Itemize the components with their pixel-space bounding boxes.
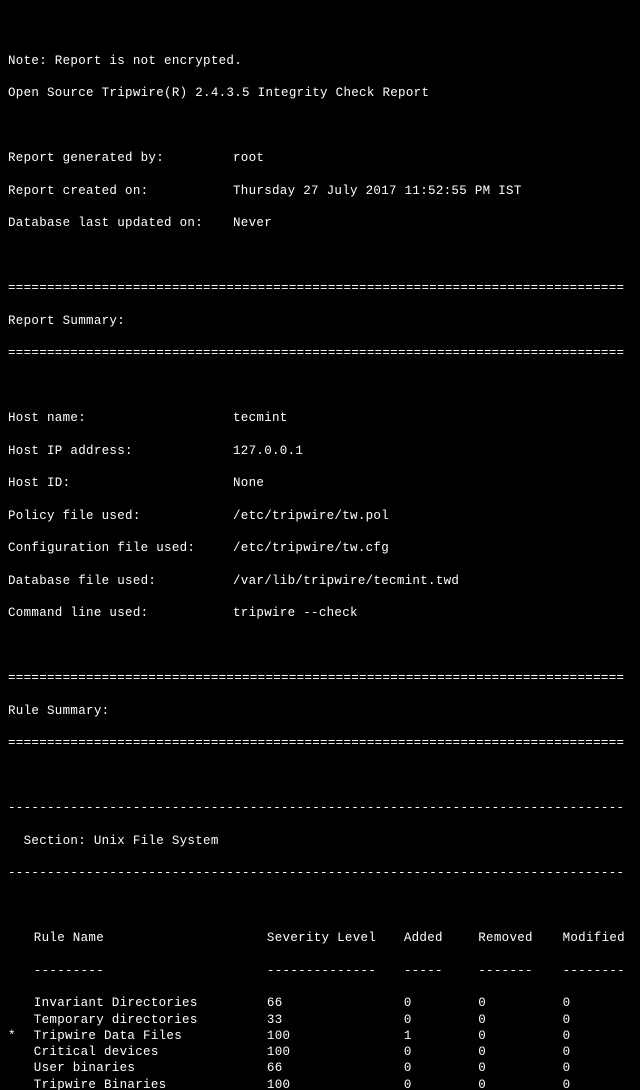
table-row: Temporary directories33000 [8,1012,632,1028]
host-id-label: Host ID: [8,475,233,491]
table-row: * Tripwire Data Files100100 [8,1028,632,1044]
rule-name: Tripwire Data Files [34,1028,267,1044]
rule-removed: 0 [478,995,562,1011]
rule-removed: 0 [478,1044,562,1060]
policy-file-value: /etc/tripwire/tw.pol [233,508,632,524]
rule-removed: 0 [478,1012,562,1028]
generated-by-label: Report generated by: [8,150,233,166]
generated-by-value: root [233,150,632,166]
section-heading: Section: Unix File System [8,833,632,849]
rule-severity: 66 [267,1060,404,1076]
rule-name: Temporary directories [34,1012,267,1028]
rule-added: 0 [404,995,478,1011]
rule-added: 0 [404,1077,478,1090]
rule-name: User binaries [34,1060,267,1076]
rule-removed: 0 [478,1028,562,1044]
table-row: User binaries66000 [8,1060,632,1076]
rule-severity: 33 [267,1012,404,1028]
host-name-label: Host name: [8,410,233,426]
rule-mark [8,995,34,1011]
rule-added: 0 [404,1044,478,1060]
col-rule-name: Rule Name [34,930,267,946]
cmd-line-label: Command line used: [8,605,233,621]
rule-mark [8,1077,34,1090]
host-id-value: None [233,475,632,491]
blank [8,118,632,134]
divider-dash: ----------------------------------------… [8,800,632,816]
col-added: Added [404,930,478,946]
col-severity: Severity Level [267,930,404,946]
rule-name: Critical devices [34,1044,267,1060]
table-row: Tripwire Binaries100000 [8,1077,632,1090]
divider: ========================================… [8,345,632,361]
blank [8,378,632,394]
divider: ========================================… [8,735,632,751]
rule-added: 0 [404,1012,478,1028]
rule-mark: * [8,1028,34,1044]
col-removed: Removed [478,930,562,946]
blank [8,898,632,914]
config-file-label: Configuration file used: [8,540,233,556]
rule-modified: 0 [563,995,632,1011]
rule-severity: 100 [267,1077,404,1090]
note-line: Note: Report is not encrypted. [8,53,632,69]
title-line: Open Source Tripwire(R) 2.4.3.5 Integrit… [8,85,632,101]
policy-file-label: Policy file used: [8,508,233,524]
rule-removed: 0 [478,1077,562,1090]
blank [8,638,632,654]
rule-severity: 100 [267,1044,404,1060]
rule-name: Invariant Directories [34,995,267,1011]
divider-dash: ----------------------------------------… [8,865,632,881]
divider: ========================================… [8,670,632,686]
blank [8,248,632,264]
db-file-value: /var/lib/tripwire/tecmint.twd [233,573,632,589]
rule-removed: 0 [478,1060,562,1076]
rule-modified: 0 [563,1077,632,1090]
rule-mark [8,1060,34,1076]
host-ip-value: 127.0.0.1 [233,443,632,459]
divider: ========================================… [8,280,632,296]
blank [8,768,632,784]
rule-added: 0 [404,1060,478,1076]
cmd-line-value: tripwire --check [233,605,632,621]
config-file-value: /etc/tripwire/tw.cfg [233,540,632,556]
table-header-underline: ----------------------------------------… [8,963,632,979]
created-on-label: Report created on: [8,183,233,199]
table-row: Invariant Directories66000 [8,995,632,1011]
rule-severity: 100 [267,1028,404,1044]
rule-modified: 0 [563,1028,632,1044]
rule-severity: 66 [267,995,404,1011]
db-file-label: Database file used: [8,573,233,589]
report-summary-heading: Report Summary: [8,313,632,329]
rule-modified: 0 [563,1060,632,1076]
rule-mark [8,1012,34,1028]
created-on-value: Thursday 27 July 2017 11:52:55 PM IST [233,183,632,199]
col-modified: Modified [563,930,632,946]
db-updated-label: Database last updated on: [8,215,233,231]
db-updated-value: Never [233,215,632,231]
rule-modified: 0 [563,1044,632,1060]
rule-modified: 0 [563,1012,632,1028]
rule-summary-heading: Rule Summary: [8,703,632,719]
rule-mark [8,1044,34,1060]
rule-added: 1 [404,1028,478,1044]
host-name-value: tecmint [233,410,632,426]
table-row: Critical devices100000 [8,1044,632,1060]
table-header: Rule NameSeverity LevelAddedRemovedModif… [8,930,632,946]
host-ip-label: Host IP address: [8,443,233,459]
rule-name: Tripwire Binaries [34,1077,267,1090]
